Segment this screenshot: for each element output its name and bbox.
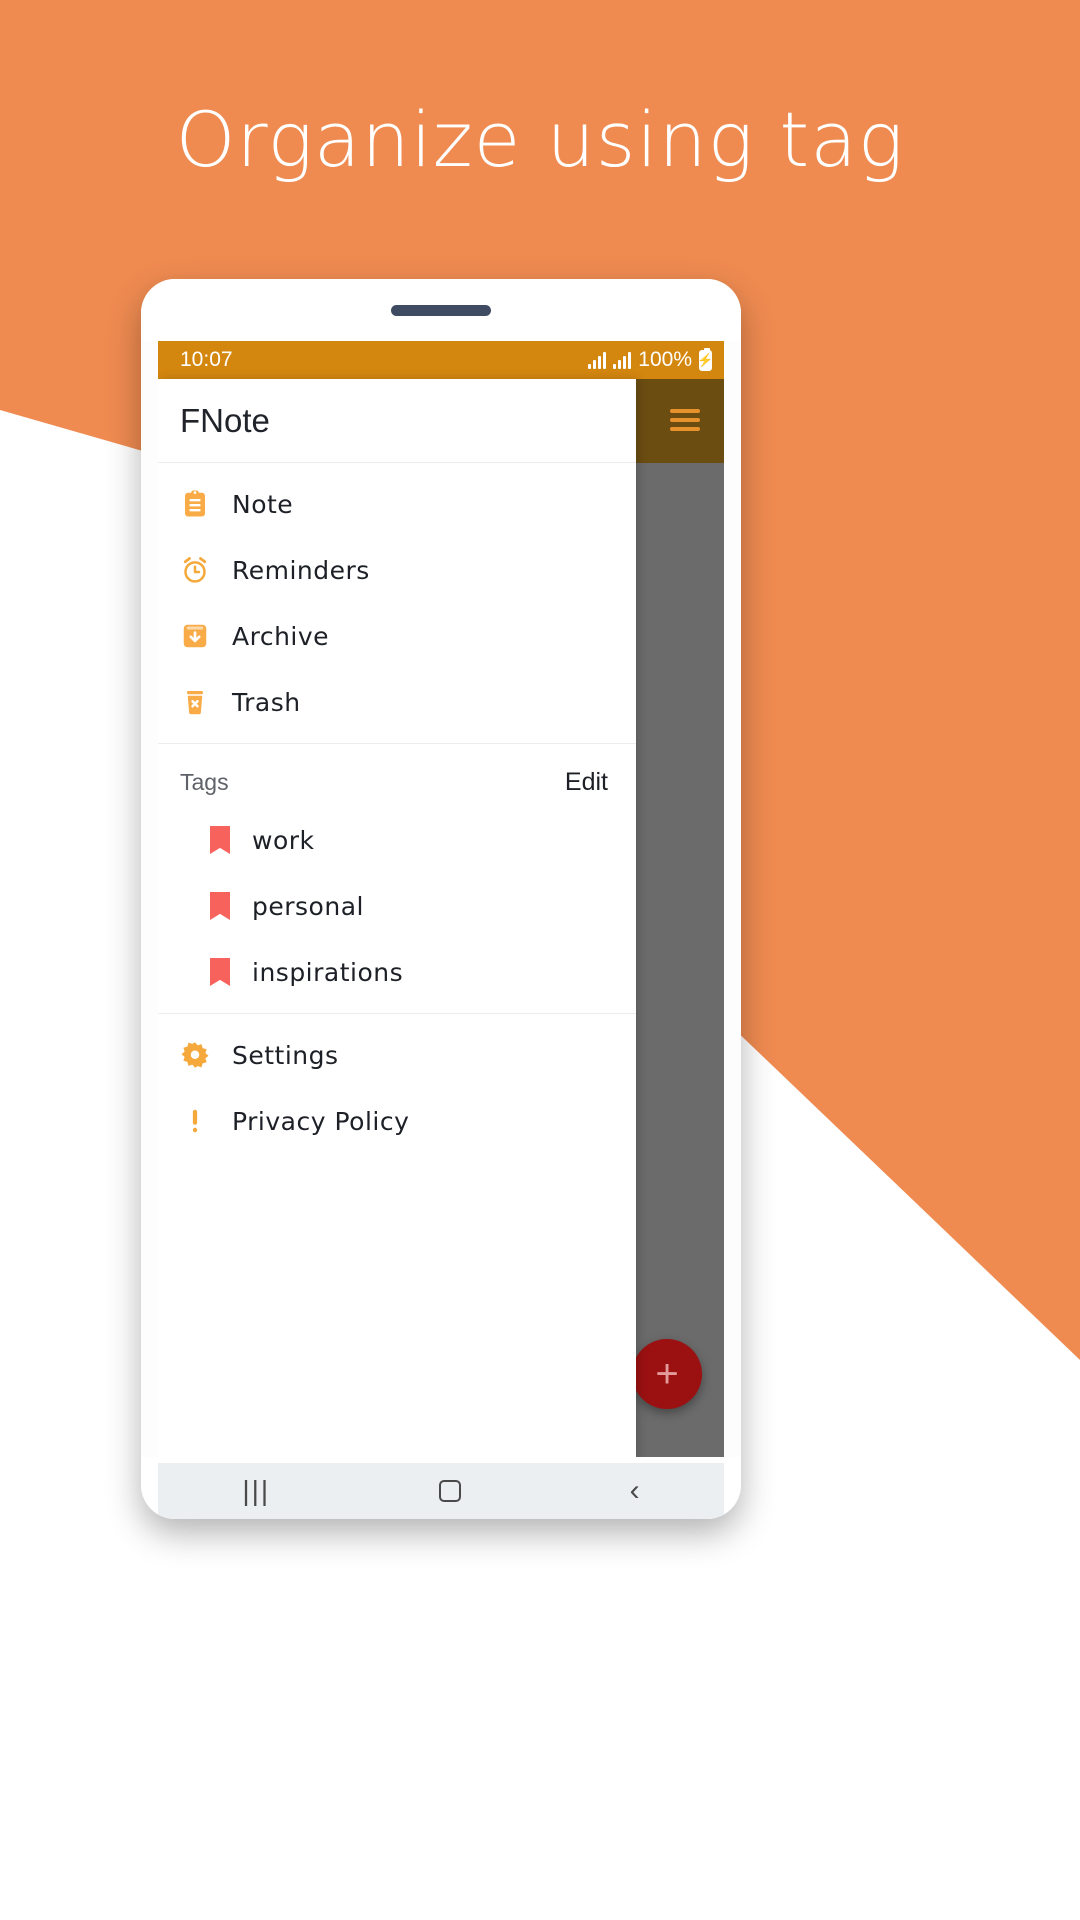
drawer-main-section: Note Reminders Archive Trash bbox=[158, 463, 636, 743]
signal-icon bbox=[613, 351, 632, 369]
sidebar-item-label: Note bbox=[232, 489, 294, 519]
phone-speaker bbox=[391, 305, 491, 316]
battery-charging-icon: ⚡ bbox=[697, 347, 714, 371]
sidebar-item-label: Archive bbox=[232, 621, 330, 651]
tags-title: Tags bbox=[180, 769, 229, 795]
tag-item-work[interactable]: work bbox=[158, 807, 636, 873]
sidebar-item-label: Reminders bbox=[232, 555, 370, 585]
sidebar-item-privacy-policy[interactable]: Privacy Policy bbox=[158, 1088, 636, 1154]
sidebar-item-note[interactable]: Note bbox=[158, 471, 636, 537]
drawer-tags-section: Tags Edit work personal inspirations bbox=[158, 744, 636, 1013]
phone-screen: 10:07 100% ⚡ + FNote Note Reminders Arch… bbox=[158, 341, 724, 1463]
gear-icon bbox=[180, 1040, 210, 1070]
android-nav-bar: ||| ‹ bbox=[158, 1463, 724, 1519]
tags-header: Tags Edit bbox=[158, 752, 636, 807]
page-title: Organize using tag bbox=[175, 95, 905, 184]
trash-icon bbox=[180, 687, 210, 717]
tag-item-personal[interactable]: personal bbox=[158, 873, 636, 939]
signal-icon bbox=[588, 351, 607, 369]
sidebar-item-label: Trash bbox=[232, 687, 301, 717]
battery-percent-label: 100% bbox=[638, 348, 692, 371]
status-bar: 10:07 100% ⚡ bbox=[158, 341, 724, 379]
edit-tags-button[interactable]: Edit bbox=[565, 768, 608, 797]
sidebar-item-trash[interactable]: Trash bbox=[158, 669, 636, 735]
phone-mockup: 10:07 100% ⚡ + FNote Note Reminders Arch… bbox=[141, 279, 741, 1519]
bookmark-icon bbox=[210, 958, 230, 986]
tag-label: inspirations bbox=[252, 957, 404, 987]
back-button[interactable]: ‹ bbox=[630, 1476, 640, 1506]
navigation-drawer: FNote Note Reminders Archive Trash Tags … bbox=[158, 379, 636, 1463]
clipboard-icon bbox=[180, 489, 210, 519]
status-time: 10:07 bbox=[180, 348, 233, 371]
tag-label: work bbox=[252, 825, 315, 855]
hamburger-menu-icon[interactable] bbox=[670, 409, 700, 431]
screen-content: + FNote Note Reminders Archive Trash Tag… bbox=[158, 379, 724, 1463]
status-icons: 100% ⚡ bbox=[588, 347, 714, 372]
sidebar-item-settings[interactable]: Settings bbox=[158, 1022, 636, 1088]
sidebar-item-reminders[interactable]: Reminders bbox=[158, 537, 636, 603]
add-note-fab[interactable]: + bbox=[632, 1339, 702, 1409]
bookmark-icon bbox=[210, 892, 230, 920]
sidebar-item-label: Settings bbox=[232, 1040, 339, 1070]
tag-label: personal bbox=[252, 891, 364, 921]
home-square-icon[interactable] bbox=[438, 1480, 461, 1502]
phone-top-bezel bbox=[141, 279, 741, 341]
tag-item-inspirations[interactable]: inspirations bbox=[158, 939, 636, 1005]
app-title: FNote bbox=[158, 379, 636, 463]
alarm-clock-icon bbox=[180, 555, 210, 585]
archive-box-icon bbox=[180, 621, 210, 651]
sidebar-item-label: Privacy Policy bbox=[232, 1106, 410, 1136]
promo-screenshot: Organize using tag 10:07 100% ⚡ + FNote … bbox=[0, 0, 1080, 1920]
bookmark-icon bbox=[210, 826, 230, 854]
sidebar-item-archive[interactable]: Archive bbox=[158, 603, 636, 669]
exclamation-icon bbox=[180, 1106, 210, 1136]
recents-button[interactable]: ||| bbox=[242, 1477, 270, 1505]
drawer-footer-section: Settings Privacy Policy bbox=[158, 1014, 636, 1162]
